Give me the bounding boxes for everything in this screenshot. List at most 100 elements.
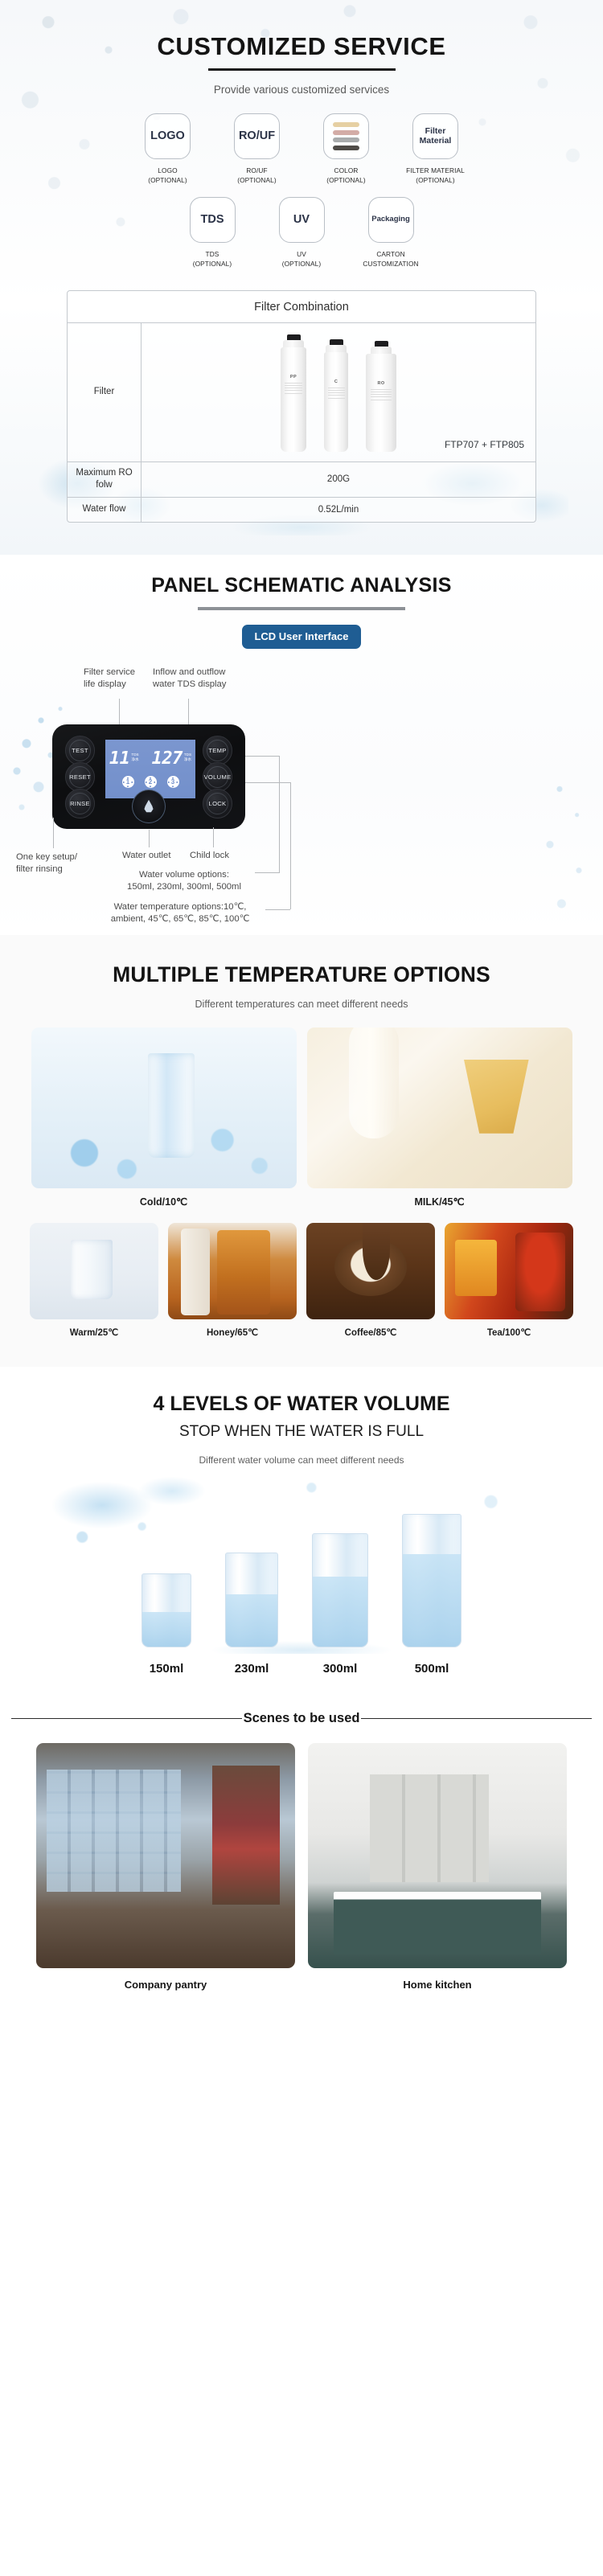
temperature-card-honey: Honey/65℃ [168, 1222, 297, 1338]
honey-jar-image [168, 1222, 297, 1319]
lcd-tag-purified: 净水 [183, 757, 192, 762]
product-detail-page: CUSTOMIZED SERVICE Provide various custo… [0, 0, 603, 2012]
temperature-title: MULTIPLE TEMPERATURE OPTIONS [113, 962, 490, 987]
option-filter-material-text: Filter Material [419, 126, 452, 146]
leader-line [290, 781, 291, 909]
option-tds-caption: TDS (OPTIONAL) [193, 249, 232, 269]
option-color[interactable]: COLOR (OPTIONAL) [310, 113, 384, 186]
temperature-card-label: Warm/25℃ [69, 1327, 119, 1338]
option-filter-material[interactable]: Filter Material FILTER MATERIAL (OPTIONA… [399, 113, 473, 186]
cartridge-label: PP [289, 374, 297, 379]
test-button[interactable]: TEST [65, 735, 95, 765]
temp-button[interactable]: TEMP [203, 735, 232, 765]
option-color-caption: COLOR (OPTIONAL) [326, 166, 365, 186]
temperature-cards-top: Cold/10℃ MILK/45℃ [0, 1027, 603, 1208]
customized-service-section: CUSTOMIZED SERVICE Provide various custo… [0, 0, 603, 555]
callout-one-key-setup: One key setup/ filter rinsing [16, 851, 77, 875]
lcd-readouts: 11 TDS 净水 127 TDS 净水 [109, 749, 192, 769]
glass-water-level [403, 1553, 461, 1647]
lcd-inflow-value: 11 [109, 749, 130, 769]
cartridge-spec-lines [284, 382, 303, 396]
filter-combination-table: Filter Combination Filter PP C RO FTP707… [67, 289, 536, 523]
scene-card-company-pantry: Company pantry [36, 1742, 295, 1991]
table-row: Water flow 0.52L/min [68, 497, 535, 522]
water-outlet-button[interactable] [132, 789, 166, 823]
glass-230ml [225, 1552, 278, 1647]
row-value-water-flow: 0.52L/min [318, 504, 359, 515]
option-rouf-caption: RO/UF (OPTIONAL) [237, 166, 276, 186]
option-caption-line2: (OPTIONAL) [148, 176, 187, 185]
volume-labels: 150ml 230ml 300ml 500ml [0, 1662, 603, 1676]
glass-group [52, 1513, 551, 1647]
option-tds[interactable]: TDS TDS (OPTIONAL) [175, 196, 249, 269]
cartridge-ro: RO [366, 340, 396, 452]
title-divider [207, 68, 396, 71]
leader-line [213, 827, 214, 847]
volume-label-150: 150ml [149, 1661, 184, 1676]
lcd-tag-tds: TDS [183, 753, 192, 757]
temperature-card-cold: Cold/10℃ [31, 1027, 297, 1208]
option-uv[interactable]: UV UV (OPTIONAL) [265, 196, 338, 269]
option-caption-line2: (OPTIONAL) [416, 176, 455, 185]
leader-line [265, 909, 290, 910]
volume-subtitle: STOP WHEN THE WATER IS FULL [178, 1422, 425, 1440]
leader-line [245, 755, 279, 757]
option-caption-line2: (OPTIONAL) [237, 176, 277, 185]
glass-water-level [313, 1576, 367, 1647]
temperature-card-label: MILK/45℃ [414, 1196, 465, 1208]
option-logo[interactable]: LOGO LOGO (OPTIONAL) [131, 113, 205, 186]
glass-body [312, 1532, 368, 1647]
scene-caption: Home kitchen [403, 1978, 472, 1991]
lcd-tag-purified: 净水 [131, 757, 139, 762]
options-row-2: TDS TDS (OPTIONAL) UV UV (OPTIONAL) Pack… [0, 196, 603, 269]
option-filter-material-box: Filter Material [412, 113, 458, 159]
reset-button[interactable]: RESET [65, 761, 95, 792]
row-label-water-flow: Water flow [68, 497, 142, 522]
option-rouf[interactable]: RO/UF RO/UF (OPTIONAL) [220, 113, 294, 186]
option-caption-line2: (OPTIONAL) [326, 176, 366, 185]
option-caption-line1: TDS [205, 249, 219, 258]
option-caption-line1: FILTER MATERIAL [406, 166, 465, 174]
cartridge-body: PP [281, 347, 306, 452]
option-packaging-box: Packaging [367, 196, 414, 243]
panel-title-divider [198, 606, 405, 610]
water-volume-section: 4 LEVELS OF WATER VOLUME STOP WHEN THE W… [0, 1366, 603, 1696]
volume-label-300: 300ml [322, 1661, 358, 1676]
cartridge-cap [329, 338, 343, 345]
volume-label-500: 500ml [414, 1661, 449, 1676]
temperature-subtitle: Different temperatures can meet differen… [195, 998, 408, 1010]
lcd-tag-tds: TDS [131, 753, 139, 757]
row-value-filter: PP C RO FTP707 + FTP805 [142, 323, 535, 461]
option-rouf-text: RO/UF [238, 129, 276, 142]
cartridge-c: C [324, 338, 348, 452]
lock-button[interactable]: LOCK [203, 788, 232, 818]
home-kitchen-photo [308, 1742, 567, 1968]
option-caption-line1: LOGO [158, 166, 178, 174]
option-packaging[interactable]: Packaging CARTON CUSTOMIZATION [354, 196, 428, 269]
volume-button[interactable]: VOLUME [203, 761, 232, 792]
callout-tds-display: Inflow and outflow water TDS display [153, 667, 227, 690]
filter-combination-wrap: Filter Combination Filter PP C RO FTP707… [35, 289, 568, 535]
callout-temperature-options: Water temperature options:10℃, ambient, … [110, 901, 250, 925]
cartridge-neck [283, 339, 304, 347]
temperature-card-warm: Warm/25℃ [30, 1222, 158, 1338]
table-row: Maximum RO folw 200G [68, 461, 535, 498]
rinse-button[interactable]: RINSE [65, 788, 95, 818]
cartridge-label: RO [377, 380, 385, 386]
office-pantry-photo [36, 1742, 295, 1968]
glasses-illustration [52, 1476, 551, 1654]
cartridge-label: C [334, 379, 338, 384]
option-packaging-text: Packaging [371, 215, 410, 224]
option-caption-line1: CARTON [376, 249, 405, 258]
lcd-outflow-tds: 127 TDS 净水 [152, 750, 192, 768]
cartridge-spec-lines [370, 388, 392, 402]
cartridge-neck [326, 344, 347, 352]
color-swatches-icon [333, 122, 359, 150]
leader-line [119, 698, 120, 726]
option-rouf-box: RO/UF [234, 113, 280, 159]
filter-life-icon-2: 2 [144, 776, 157, 789]
cartridge-neck [371, 346, 392, 354]
cartridge-body: C [324, 351, 348, 452]
option-caption-line2: (OPTIONAL) [281, 260, 322, 269]
tea-cup-image [445, 1222, 573, 1319]
